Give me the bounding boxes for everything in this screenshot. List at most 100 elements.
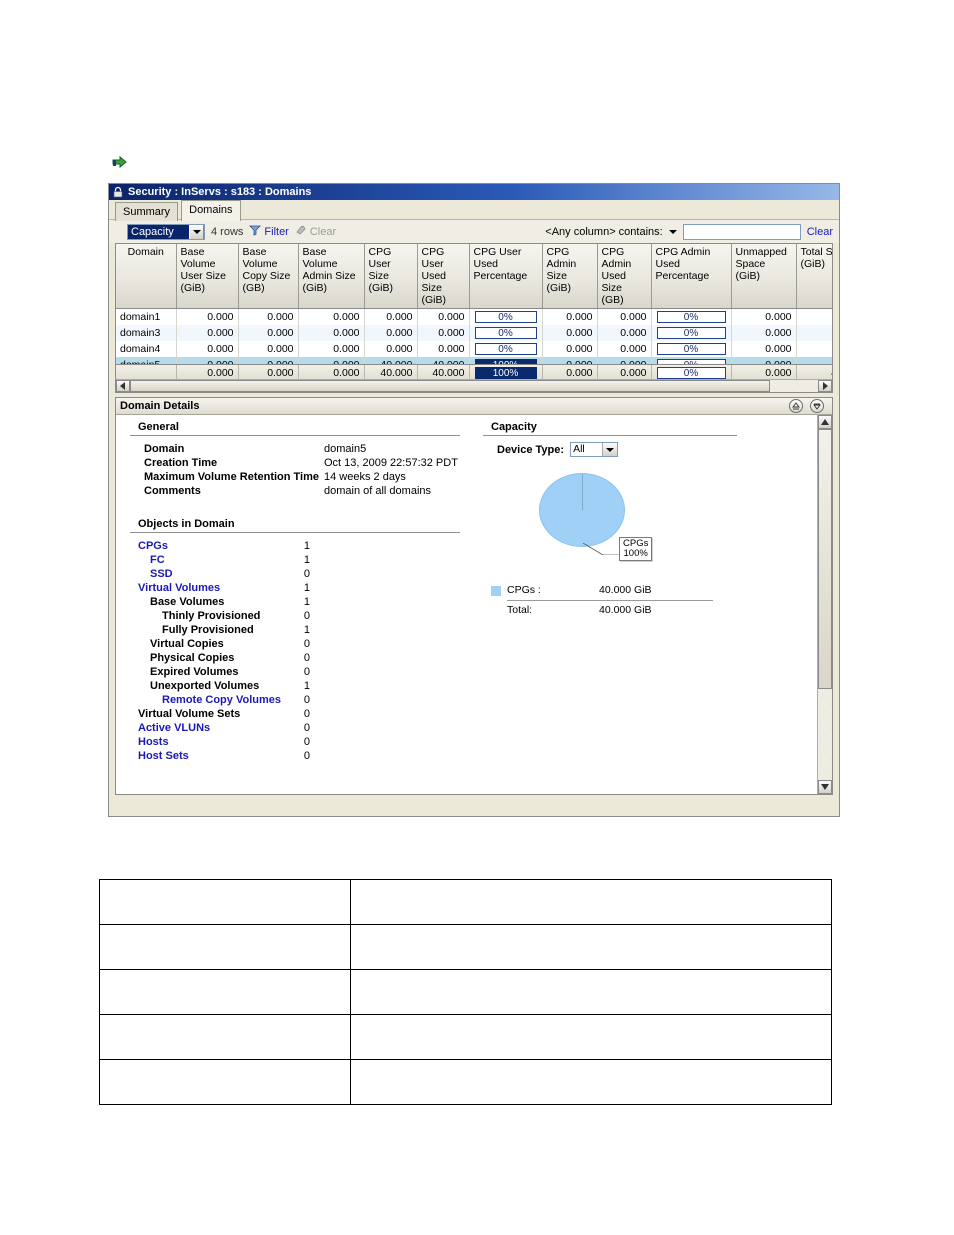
domain-details-body: General Domain domain5 Creation Time Oct 13… — [116, 415, 832, 794]
col-cpg-admin-used-pct[interactable]: CPG Admin Used Percentage — [651, 244, 732, 309]
grid-header: Domain Base Volume User Size (GiB) Base … — [116, 244, 832, 309]
list-item-label[interactable]: Active VLUNs — [138, 721, 210, 735]
list-item[interactable]: Remote Copy Volumes 0 — [130, 693, 310, 707]
scroll-up-icon[interactable] — [818, 415, 832, 429]
list-item-label[interactable]: Hosts — [138, 735, 169, 749]
chevron-down-icon[interactable] — [189, 224, 204, 239]
list-item-count: 0 — [303, 694, 310, 706]
col-total-size[interactable]: Total Si: (GiB) — [796, 244, 832, 309]
percent-bar: 100% — [474, 367, 537, 380]
scroll-down-icon[interactable] — [818, 780, 832, 794]
cell-total: 0.0 — [796, 341, 832, 357]
cell-base-vol-copy: 0.000 — [238, 309, 299, 325]
table-row — [99, 969, 832, 1015]
tab-summary[interactable]: Summary — [115, 202, 179, 221]
capacity-pie-chart: CPGs 100% — [483, 467, 817, 577]
cell-domain: domain1 — [116, 309, 177, 325]
list-item[interactable]: SSD 0 — [130, 567, 310, 581]
general-fields: Domain domain5 Creation Time Oct 13, 2009 2… — [130, 442, 475, 498]
list-item-label[interactable]: Host Sets — [138, 749, 189, 763]
cell-cpg-user-used: 0.000 — [417, 309, 470, 325]
list-item-label[interactable]: FC — [150, 553, 165, 567]
details-vertical-scrollbar[interactable] — [817, 415, 832, 794]
list-item-label[interactable]: SSD — [150, 567, 173, 581]
table-cell — [99, 879, 351, 925]
percent-bar: 0% — [474, 327, 537, 339]
percent-bar: 0% — [656, 359, 726, 364]
list-item[interactable]: Hosts 0 — [130, 735, 310, 749]
col-cpg-user-used-size[interactable]: CPG User Used Size (GiB) — [417, 244, 470, 309]
filter-button[interactable]: Filter — [249, 224, 289, 239]
domains-grid: Domain Base Volume User Size (GiB) Base … — [115, 243, 833, 393]
search-input[interactable] — [682, 223, 801, 240]
device-type-select[interactable]: All — [570, 442, 619, 457]
total-cell-cpg-user-pct: 100% — [469, 364, 543, 380]
percent-bar: 0% — [474, 343, 537, 355]
cell-domain: domain4 — [116, 341, 177, 357]
view-select[interactable]: Capacity — [127, 223, 205, 240]
list-item-label: Expired Volumes — [150, 666, 239, 678]
list-item[interactable]: FC 1 — [130, 553, 310, 567]
table-row[interactable]: domain1 0.000 0.000 0.000 0.000 0.000 0% 0.000 0… — [116, 309, 832, 325]
cell-total: 0.0 — [796, 325, 832, 341]
table-row[interactable]: domain4 0.000 0.000 0.000 0.000 0.000 0% 0.000 0… — [116, 341, 832, 357]
cell-cpg-admin-size: 0.000 — [542, 341, 598, 357]
list-item-label: Base Volumes — [150, 596, 225, 608]
table-row — [99, 879, 832, 925]
col-base-vol-copy-size[interactable]: Base Volume Copy Size (GB) — [238, 244, 299, 309]
tab-domains[interactable]: Domains — [181, 200, 241, 221]
vscroll-thumb[interactable] — [818, 429, 832, 689]
grid-toolbar: Capacity 4 rows Filter Clear <Any column… — [109, 219, 839, 243]
hscroll-track[interactable] — [130, 380, 818, 392]
scroll-right-icon[interactable] — [818, 380, 832, 392]
cell-total: 40.0 — [796, 357, 832, 364]
general-field: Domain domain5 — [130, 442, 475, 456]
col-base-vol-admin-size[interactable]: Base Volume Admin Size (GiB) — [298, 244, 365, 309]
grid-horizontal-scrollbar[interactable] — [116, 379, 832, 392]
view-select-value: Capacity — [128, 224, 189, 239]
scroll-left-icon[interactable] — [116, 380, 130, 392]
legend-total-label: Total: — [507, 604, 533, 616]
chevron-down-icon[interactable] — [668, 229, 677, 234]
list-item-label: Fully Provisioned — [162, 624, 254, 636]
table-row[interactable]: domain3 0.000 0.000 0.000 0.000 0.000 0% 0.000 0… — [116, 325, 832, 341]
device-type-value: All — [573, 443, 585, 455]
list-item-label[interactable]: Remote Copy Volumes — [162, 693, 281, 707]
total-cell-base-vol-user: 0.000 — [176, 364, 239, 380]
list-item: Thinly Provisioned 0 — [130, 609, 310, 623]
list-item[interactable]: CPGs 1 — [130, 539, 310, 553]
expand-down-icon[interactable] — [810, 399, 824, 413]
vscroll-track[interactable] — [818, 429, 832, 780]
col-cpg-admin-used-size[interactable]: CPG Admin Used Size (GB) — [597, 244, 652, 309]
list-item[interactable]: Active VLUNs 0 — [130, 721, 310, 735]
clear-filter-button[interactable]: Clear — [295, 224, 336, 239]
total-cell-unmapped: 0.000 — [731, 364, 797, 380]
chevron-down-icon[interactable] — [602, 443, 618, 456]
cell-cpg-admin-pct: 0% — [651, 309, 732, 325]
pie-callout-percent: 100% — [623, 548, 648, 559]
list-item[interactable]: Virtual Volumes 1 — [130, 581, 310, 595]
table-row[interactable]: domain50.0000.0000.00040.00040.000100%0.… — [116, 357, 832, 364]
hscroll-thumb[interactable] — [130, 380, 770, 392]
col-cpg-admin-size[interactable]: CPG Admin Size (GiB) — [542, 244, 598, 309]
filter-button-label: Filter — [264, 225, 289, 238]
cell-unmapped: 0.000 — [731, 325, 797, 341]
grid-body[interactable]: domain1 0.000 0.000 0.000 0.000 0.000 0% 0.000 0… — [116, 309, 832, 364]
col-unmapped-space[interactable]: Unmapped Space (GiB) — [731, 244, 797, 309]
cell-cpg-user-size: 0.000 — [364, 309, 418, 325]
collapse-up-icon[interactable] — [789, 399, 803, 413]
list-item-label[interactable]: Virtual Volumes — [138, 581, 220, 595]
col-base-vol-user-size[interactable]: Base Volume User Size (GiB) — [176, 244, 239, 309]
domain-details-title: Domain Details — [120, 400, 200, 412]
funnel-icon — [249, 224, 262, 239]
col-cpg-user-used-pct[interactable]: CPG User Used Percentage — [469, 244, 543, 309]
col-cpg-user-size[interactable]: CPG User Size (GiB) — [364, 244, 418, 309]
cell-cpg-admin-pct: 0% — [651, 325, 732, 341]
cell-base-vol-admin: 0.000 — [298, 325, 365, 341]
list-item-label[interactable]: CPGs — [138, 539, 168, 553]
cell-total: 0.0 — [796, 309, 832, 325]
clear-search-link[interactable]: Clear — [807, 226, 833, 238]
list-item[interactable]: Host Sets 0 — [130, 749, 310, 763]
list-item-count: 0 — [303, 666, 310, 678]
col-domain[interactable]: Domain — [116, 244, 177, 309]
